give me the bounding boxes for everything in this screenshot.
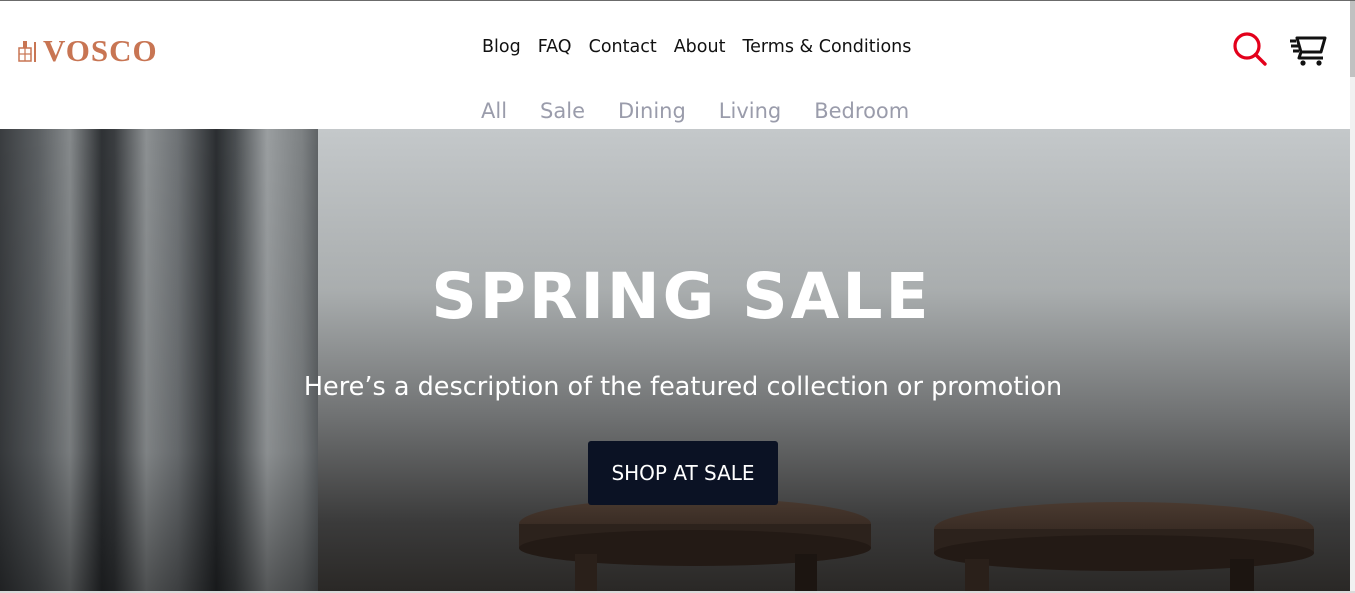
header-actions [1230, 30, 1328, 68]
cart-icon [1290, 36, 1327, 66]
category-dining[interactable]: Dining [618, 98, 686, 124]
scrollbar-thumb[interactable] [1350, 1, 1355, 77]
brand-name: VOSCO [43, 32, 158, 68]
house-logo-icon [18, 41, 36, 62]
nav-blog[interactable]: Blog [482, 36, 521, 58]
cart-button[interactable] [1288, 30, 1328, 68]
nav-contact[interactable]: Contact [589, 36, 657, 58]
nav-about[interactable]: About [674, 36, 726, 58]
hero-banner: SPRING SALE Here’s a description of the … [0, 129, 1350, 591]
category-sale[interactable]: Sale [540, 98, 585, 124]
category-living[interactable]: Living [719, 98, 781, 124]
hero-subtitle: Here’s a description of the featured col… [303, 372, 1063, 402]
category-bedroom[interactable]: Bedroom [814, 98, 909, 124]
category-all[interactable]: All [481, 98, 507, 124]
page-scrollbar[interactable] [1350, 1, 1355, 591]
hero-background-image [0, 129, 1314, 591]
category-nav: All Sale Dining Living Bedroom [481, 98, 909, 124]
main-nav: Blog FAQ Contact About Terms & Condition… [482, 36, 911, 58]
search-icon [1233, 32, 1267, 66]
site-header: VOSCO Blog FAQ Contact About Terms & Con… [0, 1, 1350, 129]
search-button[interactable] [1230, 30, 1270, 68]
nav-faq[interactable]: FAQ [538, 36, 572, 58]
nav-terms[interactable]: Terms & Conditions [742, 36, 911, 58]
hero-title: SPRING SALE [431, 260, 932, 333]
brand-logo[interactable]: VOSCO [18, 33, 158, 67]
shop-sale-button[interactable]: SHOP AT SALE [588, 441, 778, 505]
